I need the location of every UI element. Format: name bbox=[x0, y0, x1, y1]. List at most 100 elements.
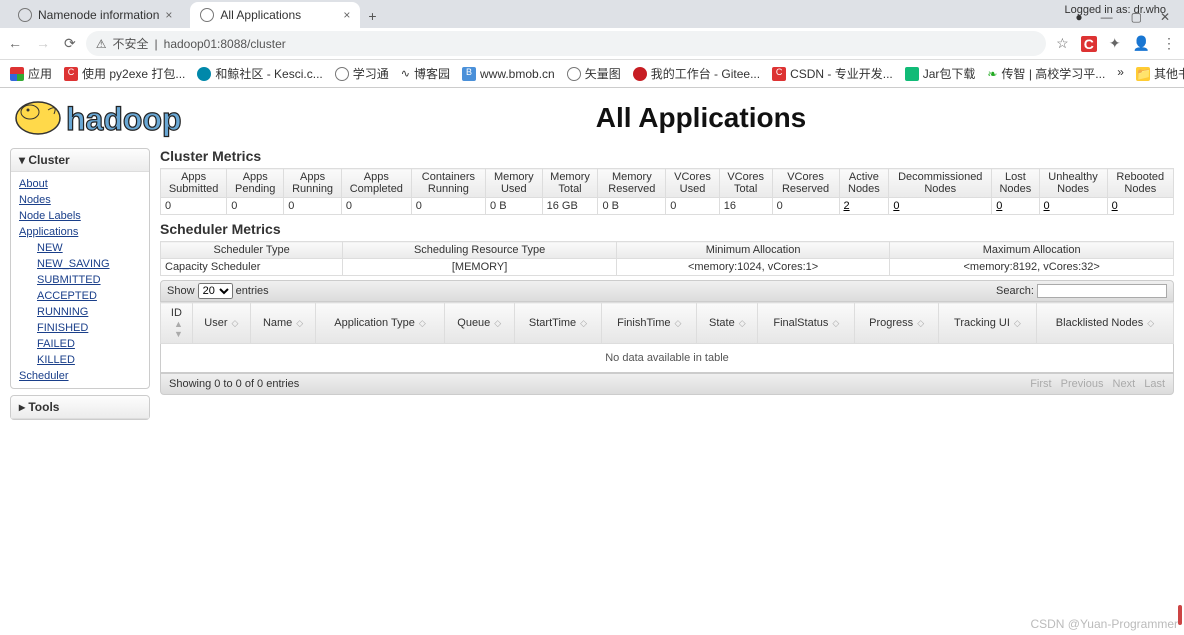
col-memory-reserved: Memory Reserved bbox=[598, 169, 666, 198]
sidebar-app-killed[interactable]: KILLED bbox=[37, 352, 141, 368]
search-input[interactable] bbox=[1037, 284, 1167, 298]
bookmark-item[interactable]: 学习通 bbox=[335, 65, 389, 82]
bookmark-item[interactable]: ∿博客园 bbox=[401, 65, 450, 82]
sidebar-applications[interactable]: Applications bbox=[19, 224, 141, 240]
col-final[interactable]: FinalStatus◇ bbox=[758, 303, 855, 344]
active-nodes-link[interactable]: 2 bbox=[844, 200, 850, 212]
watermark: CSDN @Yuan-Programmer bbox=[1030, 617, 1178, 631]
empty-table-message: No data available in table bbox=[161, 344, 1174, 373]
col-vcores-total: VCores Total bbox=[719, 169, 772, 198]
applications-table: ID▲▼ User◇ Name◇ Application Type◇ Queue… bbox=[160, 302, 1174, 373]
col-apps-submitted: Apps Submitted bbox=[161, 169, 227, 198]
sidebar-app-running[interactable]: RUNNING bbox=[37, 304, 141, 320]
sidebar-app-failed[interactable]: FAILED bbox=[37, 336, 141, 352]
col-user[interactable]: User◇ bbox=[192, 303, 250, 344]
other-bookmarks[interactable]: 📁其他书签 bbox=[1136, 65, 1184, 82]
sidebar-tools-header[interactable]: ▸ Tools bbox=[11, 396, 149, 419]
insecure-label: 不安全 bbox=[113, 35, 149, 52]
close-icon[interactable]: × bbox=[165, 8, 172, 22]
svg-text:hadoop: hadoop bbox=[66, 101, 182, 137]
bookmark-item[interactable]: CCSDN - 专业开发... bbox=[772, 65, 893, 82]
page-length-select[interactable]: 20 bbox=[198, 283, 233, 299]
page-first[interactable]: First bbox=[1030, 378, 1051, 390]
col-apps-pending: Apps Pending bbox=[227, 169, 284, 198]
sidebar-app-submitted[interactable]: SUBMITTED bbox=[37, 272, 141, 288]
sidebar-app-new[interactable]: NEW bbox=[37, 240, 141, 256]
table-row: Capacity Scheduler [MEMORY] <memory:1024… bbox=[161, 259, 1174, 276]
sidebar-about[interactable]: About bbox=[19, 176, 141, 192]
bookmark-item[interactable]: Bwww.bmob.cn bbox=[462, 67, 555, 81]
url-input[interactable]: ⚠ 不安全 | hadoop01:8088/cluster bbox=[86, 31, 1046, 56]
page-last[interactable]: Last bbox=[1144, 378, 1165, 390]
globe-icon bbox=[18, 8, 32, 22]
sidebar-app-finished[interactable]: FINISHED bbox=[37, 320, 141, 336]
datatable-toolbar: Show 20 entries Search: bbox=[160, 280, 1174, 302]
bookmark-item[interactable]: Jar包下载 bbox=[905, 65, 976, 82]
bookmark-item[interactable]: ❧传智 | 高校学习平... bbox=[987, 65, 1105, 82]
globe-icon bbox=[200, 8, 214, 22]
tab-title: All Applications bbox=[220, 8, 301, 22]
show-label-pre: Show bbox=[167, 285, 195, 297]
page-next[interactable]: Next bbox=[1113, 378, 1136, 390]
tab-namenode[interactable]: Namenode information × bbox=[8, 2, 182, 28]
col-queue[interactable]: Queue◇ bbox=[444, 303, 514, 344]
menu-icon[interactable]: ⋮ bbox=[1162, 35, 1176, 52]
lost-nodes-link[interactable]: 0 bbox=[996, 200, 1002, 212]
cluster-metrics-table: Apps Submitted Apps Pending Apps Running… bbox=[160, 168, 1174, 215]
profile-icon[interactable]: 👤 bbox=[1133, 35, 1150, 52]
hadoop-logo[interactable]: hadoop bbox=[8, 94, 238, 142]
url-text: hadoop01:8088/cluster bbox=[164, 37, 286, 51]
scrollbar-indicator[interactable] bbox=[1178, 605, 1182, 625]
col-min-alloc: Minimum Allocation bbox=[616, 242, 890, 259]
unhealthy-nodes-link[interactable]: 0 bbox=[1044, 200, 1050, 212]
sidebar-scheduler[interactable]: Scheduler bbox=[19, 368, 141, 384]
col-state[interactable]: State◇ bbox=[697, 303, 758, 344]
col-apps-running: Apps Running bbox=[284, 169, 342, 198]
sidebar: ▾ Cluster About Nodes Node Labels Applic… bbox=[10, 148, 150, 426]
forward-button: → bbox=[36, 35, 50, 52]
close-icon[interactable]: × bbox=[343, 8, 350, 22]
col-memory-total: Memory Total bbox=[542, 169, 598, 198]
sidebar-cluster-header[interactable]: ▾ Cluster bbox=[11, 149, 149, 172]
rebooted-nodes-link[interactable]: 0 bbox=[1112, 200, 1118, 212]
page-prev[interactable]: Previous bbox=[1061, 378, 1104, 390]
col-apps-completed: Apps Completed bbox=[341, 169, 411, 198]
col-tracking[interactable]: Tracking UI◇ bbox=[938, 303, 1036, 344]
bookmark-item[interactable]: 和鲸社区 - Kesci.c... bbox=[197, 65, 322, 82]
tab-all-applications[interactable]: All Applications × bbox=[190, 2, 360, 28]
table-info: Showing 0 to 0 of 0 entries bbox=[169, 378, 299, 390]
bookmark-item[interactable]: 矢量图 bbox=[567, 65, 621, 82]
col-id[interactable]: ID▲▼ bbox=[161, 303, 193, 344]
star-icon[interactable]: ☆ bbox=[1056, 35, 1069, 52]
sidebar-app-new-saving[interactable]: NEW_SAVING bbox=[37, 256, 141, 272]
ext-c-icon[interactable]: C bbox=[1081, 36, 1097, 52]
apps-button[interactable]: 应用 bbox=[10, 65, 52, 82]
search-label: Search: bbox=[996, 285, 1034, 297]
back-button[interactable]: ← bbox=[8, 35, 22, 52]
sidebar-nodes[interactable]: Nodes bbox=[19, 192, 141, 208]
col-memory-used: Memory Used bbox=[486, 169, 543, 198]
decommissioned-nodes-link[interactable]: 0 bbox=[893, 200, 899, 212]
logged-in-label: Logged in as: dr.who bbox=[1064, 4, 1166, 16]
col-start[interactable]: StartTime◇ bbox=[514, 303, 602, 344]
reload-button[interactable]: ⟳ bbox=[64, 35, 76, 52]
scheduler-metrics-title: Scheduler Metrics bbox=[160, 221, 1174, 237]
insecure-icon: ⚠ bbox=[96, 37, 107, 51]
col-finish[interactable]: FinishTime◇ bbox=[602, 303, 697, 344]
col-decommissioned-nodes: Decommissioned Nodes bbox=[889, 169, 992, 198]
col-progress[interactable]: Progress◇ bbox=[855, 303, 939, 344]
sidebar-app-accepted[interactable]: ACCEPTED bbox=[37, 288, 141, 304]
col-app-type[interactable]: Application Type◇ bbox=[316, 303, 444, 344]
col-blacklisted[interactable]: Blacklisted Nodes◇ bbox=[1036, 303, 1173, 344]
col-name[interactable]: Name◇ bbox=[250, 303, 315, 344]
datatable-footer: Showing 0 to 0 of 0 entries First Previo… bbox=[160, 373, 1174, 395]
bookmark-overflow[interactable]: » bbox=[1117, 65, 1124, 82]
browser-tabstrip: Namenode information × All Applications … bbox=[0, 0, 1184, 28]
sidebar-node-labels[interactable]: Node Labels bbox=[19, 208, 141, 224]
bookmark-item[interactable]: 我的工作台 - Gitee... bbox=[633, 65, 760, 82]
col-max-alloc: Maximum Allocation bbox=[890, 242, 1174, 259]
bookmark-item[interactable]: C使用 py2exe 打包... bbox=[64, 65, 185, 82]
extensions-icon[interactable]: ✦ bbox=[1109, 35, 1121, 52]
new-tab-button[interactable]: + bbox=[360, 4, 384, 28]
address-bar: ← → ⟳ ⚠ 不安全 | hadoop01:8088/cluster ☆ C … bbox=[0, 28, 1184, 60]
